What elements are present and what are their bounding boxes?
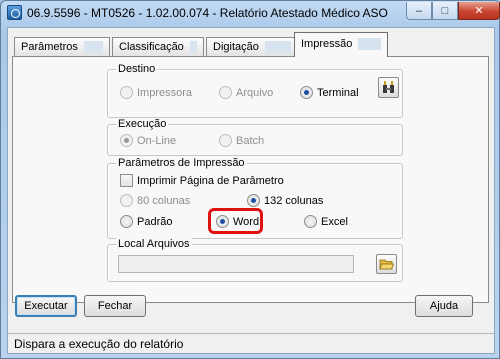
browse-folder-button[interactable] (376, 254, 397, 274)
impressao-panel: Destino Impressora Arquivo Terminal Exec… (12, 56, 489, 303)
checkbox-indicator (120, 174, 133, 187)
tab-decoration (264, 41, 291, 53)
radio-terminal[interactable]: Terminal (300, 86, 359, 99)
checkbox-label: Imprimir Página de Parâmetro (137, 174, 284, 187)
tab-digitacao[interactable]: Digitação (206, 37, 298, 56)
radio-132-colunas[interactable]: 132 colunas (247, 194, 323, 207)
local-arquivos-input[interactable] (118, 255, 354, 273)
local-arquivos-legend: Local Arquivos (116, 238, 192, 250)
tab-label: Classificação (119, 41, 184, 53)
radio-indicator (304, 215, 317, 228)
radio-label: On-Line (137, 134, 177, 147)
radio-online[interactable]: On-Line (120, 134, 176, 147)
tab-decoration (83, 41, 103, 53)
radio-indicator (219, 134, 232, 147)
local-arquivos-group: Local Arquivos (107, 238, 403, 282)
radio-80-colunas[interactable]: 80 colunas (120, 194, 190, 207)
radio-label: Terminal (317, 86, 359, 99)
radio-label: Impressora (137, 86, 193, 99)
app-icon (7, 5, 22, 20)
radio-indicator (219, 86, 232, 99)
tab-impressao[interactable]: Impressão (294, 32, 388, 57)
radio-impressora[interactable]: Impressora (120, 86, 192, 99)
executar-label: Executar (24, 300, 68, 312)
close-button[interactable]: ✕ (458, 2, 500, 20)
ajuda-label: Ajuda (429, 300, 459, 312)
tab-decoration (189, 41, 197, 53)
radio-indicator (120, 194, 133, 207)
radio-indicator (120, 86, 133, 99)
status-bar: Dispara a execução do relatório (8, 333, 494, 353)
radio-label: Excel (321, 215, 348, 228)
folder-open-icon (379, 259, 394, 269)
execucao-legend: Execução (116, 118, 169, 130)
radio-label: Padrão (137, 215, 173, 228)
radio-label: Arquivo (236, 86, 274, 99)
radio-padrao[interactable]: Padrão (120, 215, 172, 228)
word-highlight-box (208, 208, 263, 234)
destino-group: Destino Impressora Arquivo Terminal (107, 63, 403, 118)
tab-parametros[interactable]: Parâmetros (14, 37, 110, 56)
ajuda-button[interactable]: Ajuda (415, 295, 473, 317)
radio-arquivo[interactable]: Arquivo (219, 86, 273, 99)
radio-label: 132 colunas (264, 194, 324, 207)
report-window: 06.9.5596 - MT0526 - 1.02.00.074 - Relat… (0, 0, 500, 359)
imprimir-pagina-parametro-checkbox[interactable]: Imprimir Página de Parâmetro (120, 174, 284, 187)
status-text: Dispara a execução do relatório (14, 337, 184, 351)
radio-indicator (300, 86, 313, 99)
fechar-button[interactable]: Fechar (84, 295, 146, 317)
radio-label: Batch (236, 134, 265, 147)
fechar-label: Fechar (97, 300, 133, 312)
dialog-body: Parâmetros Classificação Digitação Impre… (7, 27, 495, 354)
radio-indicator (120, 134, 133, 147)
tab-strip: Parâmetros Classificação Digitação Impre… (12, 32, 492, 57)
window-title: 06.9.5596 - MT0526 - 1.02.00.074 - Relat… (27, 6, 388, 20)
radio-label: 80 colunas (137, 194, 191, 207)
title-bar[interactable]: 06.9.5596 - MT0526 - 1.02.00.074 - Relat… (1, 1, 500, 25)
maximize-button[interactable]: □ (432, 2, 458, 20)
executar-button[interactable]: Executar (15, 295, 77, 317)
minimize-icon: – (415, 4, 423, 17)
maximize-icon: □ (441, 4, 449, 17)
tab-label: Impressão (301, 38, 353, 50)
close-icon: ✕ (474, 5, 484, 17)
execucao-group: Execução On-Line Batch (107, 118, 403, 156)
tab-label: Digitação (213, 41, 259, 53)
radio-excel[interactable]: Excel (304, 215, 348, 228)
tab-decoration (358, 38, 381, 50)
destino-legend: Destino (116, 63, 158, 75)
radio-indicator (120, 215, 133, 228)
tab-classificacao[interactable]: Classificação (112, 37, 204, 56)
radio-indicator (247, 194, 260, 207)
minimize-button[interactable]: – (406, 2, 432, 20)
printer-config-button[interactable] (378, 77, 399, 98)
tab-label: Parâmetros (21, 41, 78, 53)
parametros-impressao-group: Parâmetros de Impressão Imprimir Página … (107, 157, 403, 239)
parametros-impressao-legend: Parâmetros de Impressão (116, 157, 247, 169)
printer-settings-icon (383, 81, 394, 93)
radio-batch[interactable]: Batch (219, 134, 264, 147)
